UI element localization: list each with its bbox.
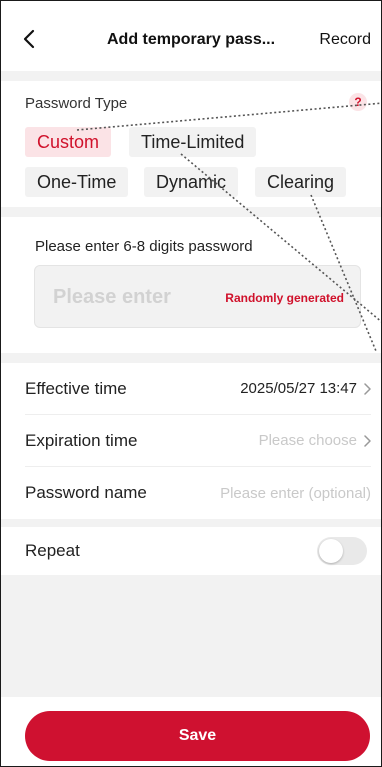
password-name-label: Password name bbox=[25, 483, 147, 502]
header-bar: Add temporary pass... Record bbox=[1, 1, 381, 71]
back-chevron-icon bbox=[23, 29, 35, 49]
effective-time-label: Effective time bbox=[25, 378, 127, 398]
expiration-time-value-wrap: Please choose bbox=[259, 432, 371, 449]
password-placeholder: Please enter bbox=[53, 286, 171, 308]
screen: Add temporary pass... Record Password Ty… bbox=[0, 0, 382, 767]
repeat-toggle[interactable] bbox=[317, 537, 367, 565]
type-chip-time-limited[interactable]: Time-Limited bbox=[129, 127, 257, 157]
repeat-label: Repeat bbox=[25, 541, 80, 560]
chevron-right-icon bbox=[364, 434, 371, 447]
back-button[interactable] bbox=[19, 25, 39, 53]
repeat-card: Repeat bbox=[1, 527, 381, 575]
footer-bar: Save bbox=[1, 697, 381, 766]
type-chip-dynamic[interactable]: Dynamic bbox=[144, 167, 239, 197]
password-field[interactable]: Please enter Randomly generated bbox=[34, 265, 361, 328]
password-name-input[interactable]: Please enter (optional) bbox=[220, 485, 371, 502]
password-input-label: Please enter 6-8 digits password bbox=[35, 238, 253, 255]
type-chip-custom[interactable]: Custom bbox=[25, 127, 112, 157]
toggle-knob bbox=[319, 539, 343, 563]
type-chip-clearing[interactable]: Clearing bbox=[255, 167, 347, 197]
help-icon[interactable]: ? bbox=[349, 93, 367, 111]
randomly-generated-button[interactable]: Randomly generated bbox=[225, 291, 344, 305]
effective-time-value: 2025/05/27 13:47 bbox=[240, 380, 357, 397]
expiration-time-row[interactable]: Expiration time Please choose bbox=[25, 415, 371, 467]
page-title: Add temporary pass... bbox=[107, 31, 276, 48]
chevron-right-icon bbox=[364, 382, 371, 395]
effective-time-row[interactable]: Effective time 2025/05/27 13:47 bbox=[25, 363, 371, 415]
effective-time-value-wrap: 2025/05/27 13:47 bbox=[240, 380, 371, 397]
record-link[interactable]: Record bbox=[319, 31, 371, 49]
type-chip-one-time[interactable]: One-Time bbox=[25, 167, 129, 197]
password-type-label: Password Type bbox=[25, 95, 128, 112]
save-button[interactable]: Save bbox=[25, 711, 370, 761]
expiration-time-value: Please choose bbox=[258, 432, 357, 449]
password-type-card: Password Type ? Custom Time-Limited One-… bbox=[1, 81, 381, 207]
password-name-row[interactable]: Password name Please enter (optional) bbox=[25, 467, 371, 519]
expiration-time-label: Expiration time bbox=[25, 430, 138, 450]
settings-list: Effective time 2025/05/27 13:47 Expirati… bbox=[1, 363, 381, 519]
password-input-card: Please enter 6-8 digits password Please … bbox=[1, 217, 381, 353]
